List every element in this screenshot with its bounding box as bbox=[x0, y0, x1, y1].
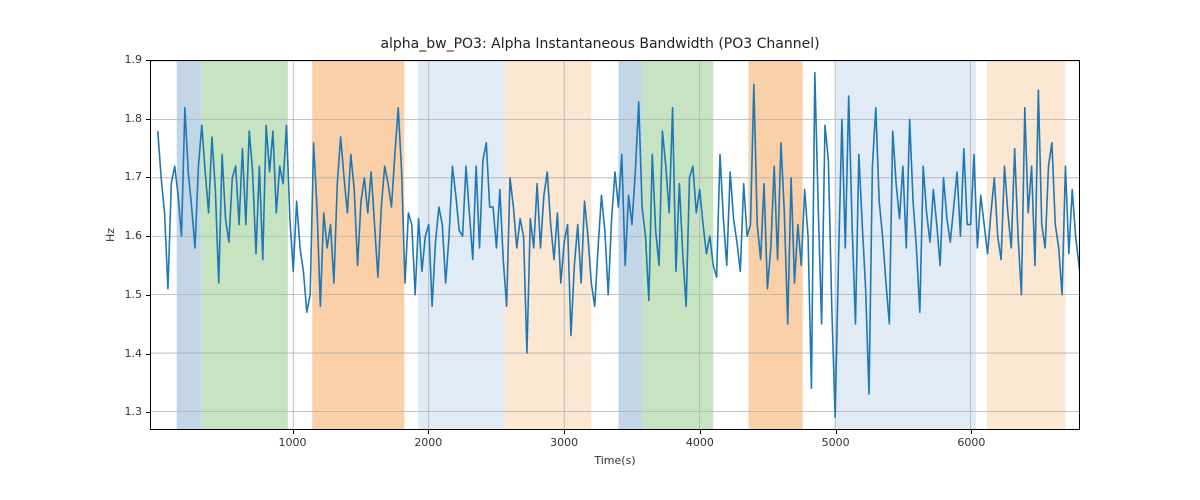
y-tick-mark bbox=[146, 295, 150, 296]
x-tick-mark bbox=[293, 430, 294, 434]
y-tick-label: 1.5 bbox=[102, 288, 142, 301]
x-tick-mark bbox=[700, 430, 701, 434]
plot-area bbox=[150, 60, 1080, 430]
y-tick-label: 1.3 bbox=[102, 405, 142, 418]
y-tick-mark bbox=[146, 60, 150, 61]
x-axis-label: Time(s) bbox=[150, 454, 1080, 467]
x-tick-mark bbox=[564, 430, 565, 434]
x-tick-label: 4000 bbox=[680, 436, 720, 449]
y-tick-label: 1.9 bbox=[102, 53, 142, 66]
x-tick-label: 6000 bbox=[951, 436, 991, 449]
chart-title: alpha_bw_PO3: Alpha Instantaneous Bandwi… bbox=[0, 36, 1200, 52]
figure: alpha_bw_PO3: Alpha Instantaneous Bandwi… bbox=[0, 0, 1200, 500]
y-axis-label: Hz bbox=[104, 215, 117, 255]
x-tick-mark bbox=[971, 430, 972, 434]
y-tick-mark bbox=[146, 177, 150, 178]
x-tick-mark bbox=[836, 430, 837, 434]
x-tick-label: 1000 bbox=[273, 436, 313, 449]
x-tick-label: 3000 bbox=[544, 436, 584, 449]
y-tick-mark bbox=[146, 236, 150, 237]
x-tick-label: 2000 bbox=[408, 436, 448, 449]
x-tick-label: 5000 bbox=[816, 436, 856, 449]
y-tick-mark bbox=[146, 412, 150, 413]
y-tick-mark bbox=[146, 354, 150, 355]
y-tick-label: 1.7 bbox=[102, 170, 142, 183]
y-tick-label: 1.4 bbox=[102, 347, 142, 360]
x-tick-mark bbox=[428, 430, 429, 434]
y-tick-label: 1.8 bbox=[102, 112, 142, 125]
plot-svg bbox=[151, 61, 1079, 429]
y-tick-mark bbox=[146, 119, 150, 120]
